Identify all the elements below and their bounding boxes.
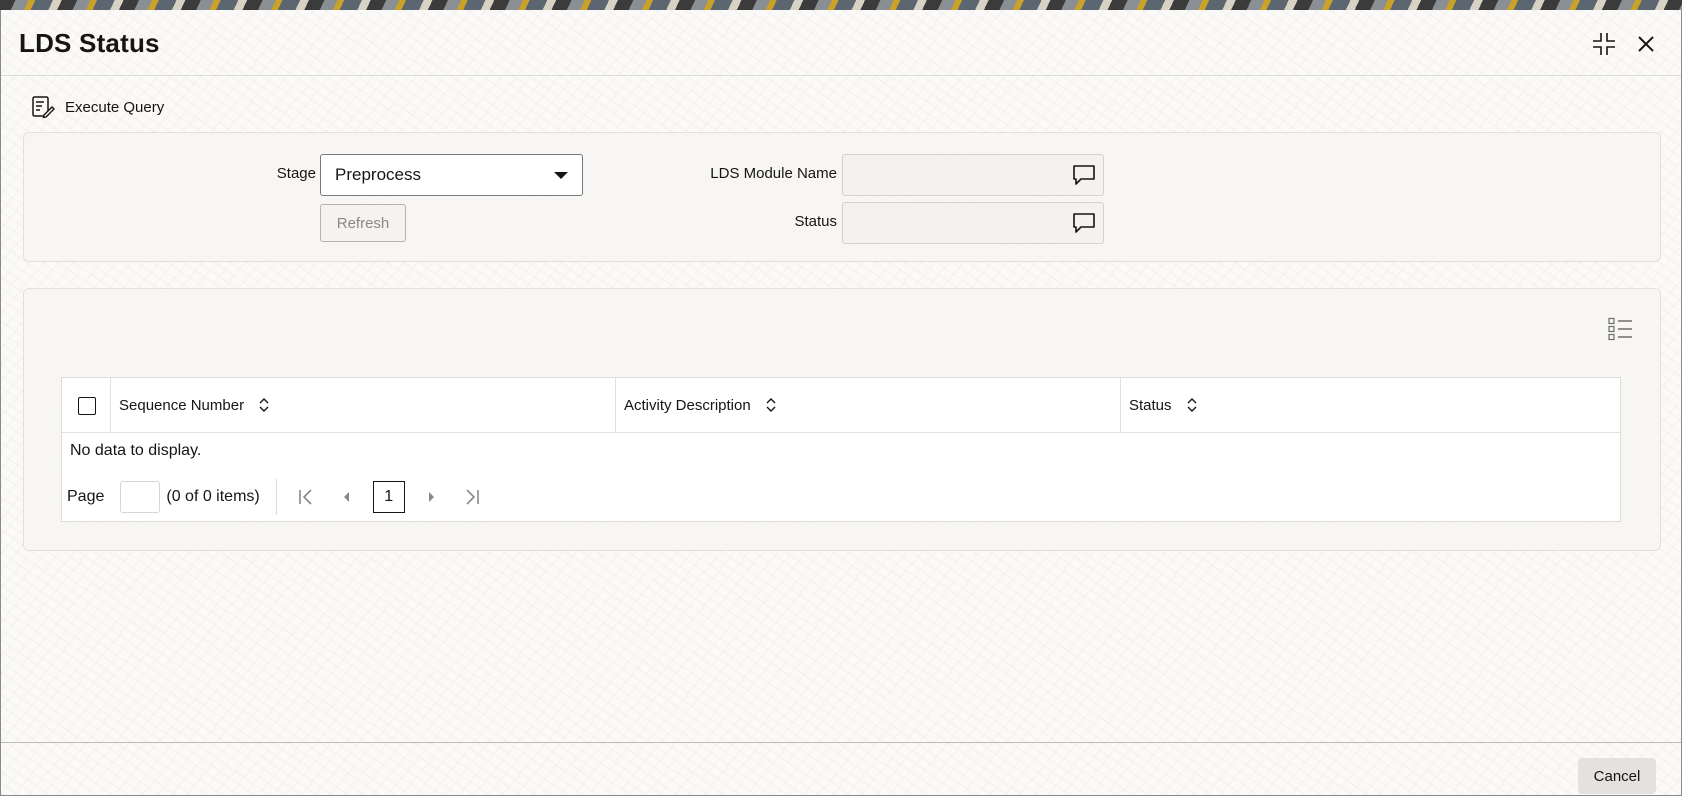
column-header-activity-description[interactable]: Activity Description xyxy=(615,378,1120,432)
first-page-icon xyxy=(298,489,312,505)
pagination: Page (0 of 0 items) 1 xyxy=(67,479,499,515)
footer-divider xyxy=(1,742,1681,743)
current-page-button[interactable]: 1 xyxy=(372,481,405,513)
status-field[interactable] xyxy=(842,202,1104,244)
close-button[interactable] xyxy=(1630,28,1662,60)
next-page-icon xyxy=(428,492,434,502)
column-settings-button[interactable] xyxy=(1608,317,1634,341)
previous-page-button[interactable] xyxy=(333,482,359,512)
first-page-button[interactable] xyxy=(293,482,319,512)
execute-query-label: Execute Query xyxy=(65,98,165,116)
pager-divider xyxy=(275,479,277,515)
execute-query-button[interactable]: Execute Query xyxy=(31,92,164,122)
lds-module-name-field[interactable] xyxy=(842,154,1104,196)
page-title: LDS Status xyxy=(19,28,160,58)
column-header-sequence-number[interactable]: Sequence Number xyxy=(110,378,615,432)
query-edit-icon xyxy=(32,96,55,119)
dropdown-caret-icon xyxy=(554,172,568,179)
stage-label: Stage xyxy=(276,165,316,182)
header-divider xyxy=(1,75,1681,76)
page-label: Page xyxy=(67,488,105,505)
next-page-button[interactable] xyxy=(419,482,445,512)
sort-icon[interactable] xyxy=(258,397,270,413)
collapse-button[interactable] xyxy=(1588,28,1620,60)
last-page-button[interactable] xyxy=(459,482,485,512)
previous-page-icon xyxy=(343,492,349,502)
lov-search-icon[interactable] xyxy=(1071,210,1097,236)
empty-message: No data to display. xyxy=(70,442,202,459)
stage-select[interactable]: Preprocess xyxy=(320,154,583,196)
query-form-panel: Stage Preprocess Refresh LDS Module Name… xyxy=(23,132,1661,262)
cancel-button[interactable]: Cancel xyxy=(1578,758,1656,794)
background-strip xyxy=(0,0,1682,10)
list-view-icon xyxy=(1608,317,1632,341)
status-label: Status xyxy=(794,213,837,230)
page-number-input[interactable] xyxy=(120,481,161,513)
last-page-icon xyxy=(466,489,479,505)
stage-select-value: Preprocess xyxy=(335,165,421,184)
sort-icon[interactable] xyxy=(1186,397,1198,413)
collapse-icon xyxy=(1593,33,1615,55)
sort-icon[interactable] xyxy=(765,397,777,413)
close-icon xyxy=(1638,36,1654,52)
results-table: Sequence Number Activity Description Sta… xyxy=(61,377,1621,522)
lds-status-window: LDS Status Execute Query Stage Preproces… xyxy=(0,10,1682,796)
lov-search-icon[interactable] xyxy=(1071,162,1097,188)
select-all-checkbox[interactable] xyxy=(78,397,96,415)
items-summary: (0 of 0 items) xyxy=(166,488,260,505)
lds-module-name-label: LDS Module Name xyxy=(710,165,837,182)
table-header: Sequence Number Activity Description Sta… xyxy=(62,378,1620,433)
column-header-status[interactable]: Status xyxy=(1120,378,1620,432)
refresh-button[interactable]: Refresh xyxy=(320,204,406,242)
